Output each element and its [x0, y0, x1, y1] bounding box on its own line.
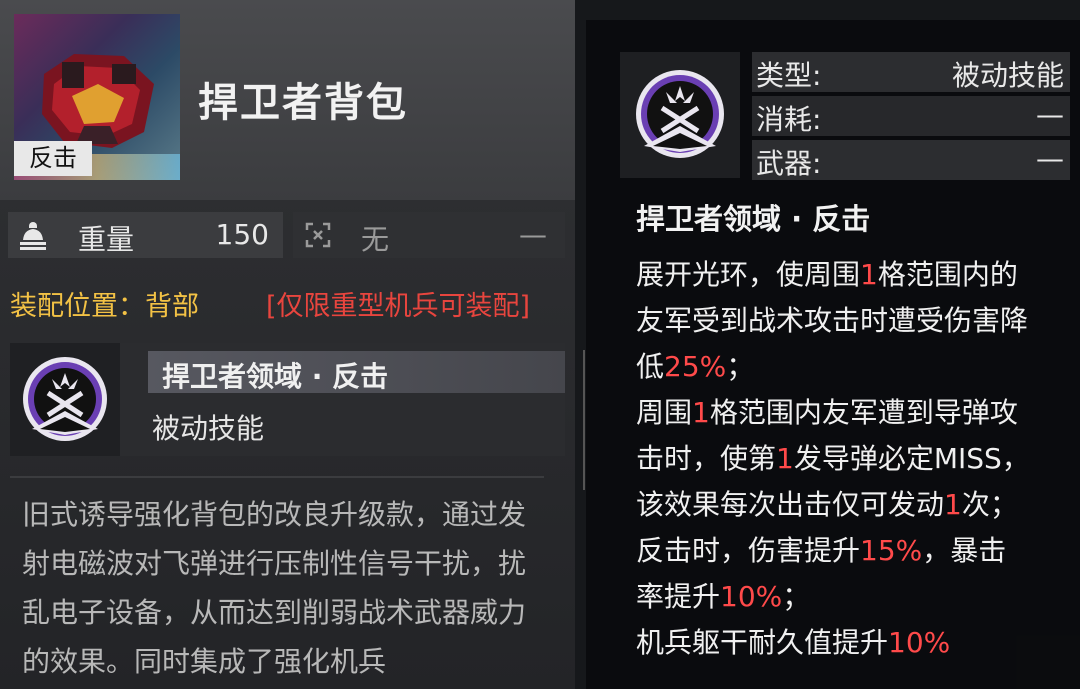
desc-line: 该效果每次出击仅可发动1次； [636, 482, 1076, 528]
equip-restriction: [仅限重型机兵可装配] [266, 291, 531, 322]
cost-label: 消耗: [756, 103, 822, 136]
expand-icon [305, 222, 331, 248]
item-tag: 反击 [14, 141, 92, 176]
desc-highlight: 1 [944, 488, 962, 521]
cost-value: — [1036, 98, 1064, 131]
desc-line: 展开光环，使周围1格范围内的 [636, 252, 1076, 298]
skill-name-bar: 捍卫者领域 · 反击 [148, 351, 565, 393]
tooltip-skill-icon-frame [620, 52, 740, 178]
desc-line: 击时，使第1发导弹必定MISS， [636, 436, 1076, 482]
desc-line: 友军受到战术攻击时遭受伤害降 [636, 298, 1076, 344]
weapon-label: 武器: [756, 147, 822, 180]
desc-text: 该效果每次出击仅可发动 [636, 488, 945, 521]
scroll-divider [583, 350, 585, 490]
desc-highlight: 10% [720, 580, 783, 613]
desc-text: ，暴击 [922, 534, 1007, 567]
desc-line: 机兵躯干耐久值提升10% [636, 620, 1076, 666]
type-row: 类型: 被动技能 [752, 52, 1070, 92]
energy-stat: 无 — [293, 212, 565, 258]
desc-text: 次； [961, 488, 1018, 521]
energy-dash: — [519, 218, 547, 251]
cost-row: 消耗: — [752, 96, 1070, 136]
skill-icon-frame [10, 343, 120, 456]
stat-bar: 重量 150 无 — [8, 212, 565, 258]
skill-type: 被动技能 [152, 412, 265, 445]
skill-shield-icon [23, 357, 107, 441]
desc-text: 发导弹必定MISS， [793, 442, 1030, 475]
desc-line: 低25%； [636, 344, 1076, 390]
desc-text: 低 [636, 350, 665, 383]
desc-line: 反击时，伤害提升15%，暴击 [636, 528, 1076, 574]
desc-text: 友军受到战术攻击时遭受伤害降 [636, 304, 1029, 337]
desc-highlight: 1 [692, 396, 710, 429]
desc-highlight: 25% [664, 350, 727, 383]
divider [10, 476, 544, 478]
skill-card[interactable]: 捍卫者领域 · 反击 被动技能 [10, 343, 565, 456]
desc-text: 格范围内的 [877, 258, 1018, 291]
type-value: 被动技能 [951, 59, 1064, 92]
desc-text: 击时，使第 [636, 442, 777, 475]
tooltip-skill-title: 捍卫者领域 · 反击 [636, 202, 871, 236]
type-label: 类型: [756, 59, 822, 92]
skill-shield-icon [636, 70, 724, 158]
weight-stat: 重量 150 [8, 212, 283, 258]
weight-value: 150 [215, 218, 269, 251]
weapon-row: 武器: — [752, 140, 1070, 180]
desc-highlight: 15% [860, 534, 923, 567]
desc-text: 展开光环，使周围 [636, 258, 861, 291]
weapon-value: — [1036, 142, 1064, 175]
equip-slot: 装配位置：背部 [10, 291, 199, 322]
item-panel: 反击 捍卫者背包 重量 150 无 — 装配位置：背部 [仅限重型机兵可装配] [0, 0, 575, 689]
weight-label: 重量 [78, 223, 135, 256]
desc-line: 率提升10%； [636, 574, 1076, 620]
desc-text: 格范围内友军遭到导弹攻 [709, 396, 1018, 429]
desc-text: ； [726, 350, 755, 383]
desc-text: 周围 [636, 396, 693, 429]
item-description: 旧式诱导强化背包的改良升级款，通过发射电磁波对飞弹进行压制性信号干扰，扰乱电子设… [22, 498, 527, 678]
energy-value: 无 [361, 223, 390, 256]
skill-name: 捍卫者领域 · 反击 [162, 360, 389, 393]
desc-highlight: 1 [776, 442, 794, 475]
item-title: 捍卫者背包 [198, 80, 408, 126]
desc-text: 机兵躯干耐久值提升 [636, 626, 889, 659]
desc-line: 周围1格范围内友军遭到导弹攻 [636, 390, 1076, 436]
weight-bell-icon [20, 222, 46, 250]
desc-text: 反击时，伤害提升 [636, 534, 861, 567]
item-header: 反击 捍卫者背包 [0, 0, 575, 200]
desc-highlight: 10% [888, 626, 951, 659]
desc-highlight: 1 [860, 258, 878, 291]
tooltip-skill-description: 展开光环，使周围1格范围内的 友军受到战术攻击时遭受伤害降 低25%； 周围1格范围内… [636, 252, 1076, 666]
desc-text: 率提升 [636, 580, 721, 613]
desc-text: ； [782, 580, 811, 613]
